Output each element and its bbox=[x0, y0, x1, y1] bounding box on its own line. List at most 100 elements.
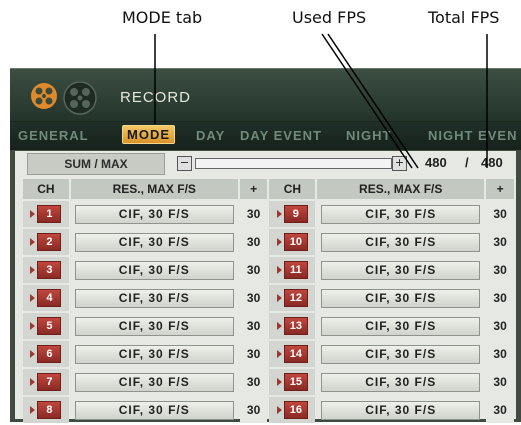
channel-number: 7 bbox=[37, 373, 62, 391]
channel-badge[interactable]: 15 bbox=[276, 373, 308, 391]
mode-panel: SUM / MAX − + 480 / 480 CH RES., MAX F/S… bbox=[15, 151, 516, 423]
resolution-select[interactable]: CIF, 30 F/S bbox=[321, 400, 481, 420]
resolution-select[interactable]: CIF, 30 F/S bbox=[321, 316, 481, 336]
channel-cell[interactable]: 5 bbox=[23, 313, 69, 339]
resolution-cell: CIF, 30 F/S bbox=[71, 285, 238, 311]
channel-cell[interactable]: 1 bbox=[23, 201, 69, 227]
channel-arrow-icon bbox=[276, 266, 282, 274]
channel-number: 14 bbox=[283, 345, 308, 363]
fps-cell: 30 bbox=[239, 397, 268, 423]
channel-badge[interactable]: 8 bbox=[30, 401, 62, 419]
table-row: 4 CIF, 30 F/S 30 12 CIF, 30 F/S 30 bbox=[23, 285, 514, 311]
channel-arrow-icon bbox=[276, 294, 282, 302]
resolution-select[interactable]: CIF, 30 F/S bbox=[74, 204, 234, 224]
channel-badge[interactable]: 2 bbox=[30, 233, 62, 251]
tab-day-event[interactable]: DAY EVENT bbox=[240, 128, 322, 143]
sum-plus-button[interactable]: + bbox=[392, 156, 407, 171]
tab-general[interactable]: GENERAL bbox=[18, 128, 89, 143]
channel-number: 6 bbox=[37, 345, 62, 363]
fps-separator: / bbox=[465, 155, 469, 170]
channel-cell[interactable]: 10 bbox=[269, 229, 316, 255]
tab-mode[interactable]: MODE bbox=[122, 125, 175, 144]
resolution-select[interactable]: CIF, 30 F/S bbox=[74, 232, 234, 252]
resolution-select[interactable]: CIF, 30 F/S bbox=[321, 344, 481, 364]
channel-badge[interactable]: 1 bbox=[30, 205, 62, 223]
channel-arrow-icon bbox=[276, 322, 282, 330]
channel-badge[interactable]: 10 bbox=[276, 233, 308, 251]
table-row: 3 CIF, 30 F/S 30 11 CIF, 30 F/S 30 bbox=[23, 257, 514, 283]
channel-badge[interactable]: 13 bbox=[276, 317, 308, 335]
resolution-select[interactable]: CIF, 30 F/S bbox=[321, 372, 481, 392]
channel-number: 13 bbox=[283, 317, 308, 335]
table-row: 6 CIF, 30 F/S 30 14 CIF, 30 F/S 30 bbox=[23, 341, 514, 367]
channel-badge[interactable]: 9 bbox=[276, 205, 308, 223]
resolution-cell: CIF, 30 F/S bbox=[317, 369, 484, 395]
channel-badge[interactable]: 4 bbox=[30, 289, 62, 307]
channel-cell[interactable]: 6 bbox=[23, 341, 69, 367]
channel-cell[interactable]: 8 bbox=[23, 397, 69, 423]
resolution-cell: CIF, 30 F/S bbox=[317, 397, 484, 423]
channel-badge[interactable]: 12 bbox=[276, 289, 308, 307]
channel-cell[interactable]: 15 bbox=[269, 369, 316, 395]
resolution-select[interactable]: CIF, 30 F/S bbox=[74, 400, 234, 420]
tab-night[interactable]: NIGHT bbox=[346, 128, 391, 143]
channel-arrow-icon bbox=[30, 294, 36, 302]
resolution-select[interactable]: CIF, 30 F/S bbox=[74, 316, 234, 336]
sum-slider[interactable] bbox=[195, 158, 392, 169]
channel-badge[interactable]: 6 bbox=[30, 345, 62, 363]
channel-badge[interactable]: 14 bbox=[276, 345, 308, 363]
callout-mode-tab: MODE tab bbox=[122, 8, 203, 27]
channel-cell[interactable]: 7 bbox=[23, 369, 69, 395]
channel-cell[interactable]: 16 bbox=[269, 397, 316, 423]
total-fps-value: 480 bbox=[481, 155, 503, 170]
tab-day[interactable]: DAY bbox=[196, 128, 225, 143]
channel-badge[interactable]: 7 bbox=[30, 373, 62, 391]
fps-cell: 30 bbox=[486, 397, 514, 423]
channel-cell[interactable]: 3 bbox=[23, 257, 69, 283]
fps-cell: 30 bbox=[239, 285, 268, 311]
channel-cell[interactable]: 9 bbox=[269, 201, 316, 227]
callout-total-fps: Total FPS bbox=[428, 8, 500, 27]
channel-number: 5 bbox=[37, 317, 62, 335]
resolution-select[interactable]: CIF, 30 F/S bbox=[74, 344, 234, 364]
resolution-cell: CIF, 30 F/S bbox=[317, 341, 484, 367]
table-row: 7 CIF, 30 F/S 30 15 CIF, 30 F/S 30 bbox=[23, 369, 514, 395]
channel-cell[interactable]: 11 bbox=[269, 257, 316, 283]
resolution-select[interactable]: CIF, 30 F/S bbox=[74, 372, 234, 392]
sum-max-row: SUM / MAX − + 480 / 480 bbox=[21, 153, 511, 175]
channel-cell[interactable]: 4 bbox=[23, 285, 69, 311]
sum-minus-button[interactable]: − bbox=[177, 156, 192, 171]
fps-cell: 30 bbox=[486, 369, 514, 395]
channel-number: 4 bbox=[37, 289, 62, 307]
channel-number: 16 bbox=[283, 401, 308, 419]
resolution-select[interactable]: CIF, 30 F/S bbox=[321, 260, 481, 280]
channel-arrow-icon bbox=[30, 406, 36, 414]
channel-badge[interactable]: 11 bbox=[276, 261, 308, 279]
resolution-select[interactable]: CIF, 30 F/S bbox=[321, 288, 481, 308]
channel-arrow-icon bbox=[276, 238, 282, 246]
channel-cell[interactable]: 2 bbox=[23, 229, 69, 255]
resolution-cell: CIF, 30 F/S bbox=[71, 397, 238, 423]
channel-arrow-icon bbox=[30, 238, 36, 246]
channel-number: 8 bbox=[37, 401, 62, 419]
channel-cell[interactable]: 14 bbox=[269, 341, 316, 367]
resolution-cell: CIF, 30 F/S bbox=[317, 201, 484, 227]
header-plus: + bbox=[486, 179, 514, 199]
channel-arrow-icon bbox=[30, 210, 36, 218]
tab-night-event[interactable]: NIGHT EVEN bbox=[428, 128, 517, 143]
header-res: RES., MAX F/S bbox=[70, 179, 238, 199]
channel-cell[interactable]: 13 bbox=[269, 313, 316, 339]
resolution-cell: CIF, 30 F/S bbox=[71, 341, 238, 367]
channel-badge[interactable]: 3 bbox=[30, 261, 62, 279]
channel-cell[interactable]: 12 bbox=[269, 285, 316, 311]
resolution-select[interactable]: CIF, 30 F/S bbox=[321, 232, 481, 252]
fps-cell: 30 bbox=[239, 341, 268, 367]
channel-badge[interactable]: 5 bbox=[30, 317, 62, 335]
resolution-select[interactable]: CIF, 30 F/S bbox=[74, 260, 234, 280]
resolution-select[interactable]: CIF, 30 F/S bbox=[321, 204, 481, 224]
resolution-select[interactable]: CIF, 30 F/S bbox=[74, 288, 234, 308]
fps-cell: 30 bbox=[486, 201, 514, 227]
channel-badge[interactable]: 16 bbox=[276, 401, 308, 419]
table-row: 5 CIF, 30 F/S 30 13 CIF, 30 F/S 30 bbox=[23, 313, 514, 339]
resolution-cell: CIF, 30 F/S bbox=[71, 257, 238, 283]
